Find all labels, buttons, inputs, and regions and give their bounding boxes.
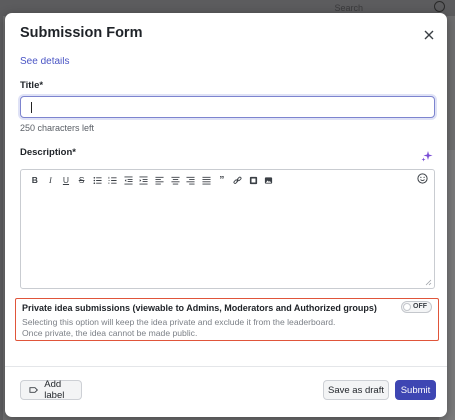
align-center-button[interactable] [167, 173, 183, 187]
image-icon [265, 176, 273, 184]
characters-left: 250 characters left [20, 123, 95, 133]
tag-icon [29, 387, 38, 393]
align-left-button[interactable] [152, 173, 168, 187]
private-description-line1: Selecting this option will keep the idea… [22, 317, 336, 327]
private-submission-section: Private idea submissions (viewable to Ad… [15, 298, 439, 341]
close-icon[interactable] [422, 28, 436, 42]
indent-button[interactable] [136, 173, 152, 187]
outdent-icon [124, 175, 133, 185]
search-icon [434, 1, 445, 12]
video-icon [249, 176, 257, 184]
indent-icon [139, 175, 149, 185]
private-submission-title: Private idea submissions (viewable to Ad… [22, 303, 377, 313]
private-toggle[interactable]: OFF [401, 301, 432, 313]
required-mark: * [39, 80, 44, 91]
save-as-draft-button[interactable]: Save as draft [323, 380, 389, 400]
strikethrough-button[interactable]: S [74, 173, 90, 187]
align-center-icon [171, 176, 180, 185]
align-right-button[interactable] [183, 173, 199, 187]
image-button[interactable] [261, 173, 277, 187]
toggle-state-label: OFF [413, 303, 427, 310]
resize-handle-icon[interactable] [425, 279, 432, 286]
title-input[interactable] [20, 96, 435, 118]
justify-button[interactable] [199, 173, 215, 187]
align-right-icon [186, 176, 195, 185]
bullet-list-icon [93, 176, 102, 184]
video-button[interactable] [245, 173, 261, 187]
align-left-icon [155, 176, 164, 185]
add-label-button[interactable]: Add label [20, 379, 82, 401]
text-caret [31, 102, 32, 113]
link-icon [233, 176, 242, 184]
toggle-knob [403, 303, 411, 311]
emoji-icon[interactable] [417, 173, 428, 184]
quote-button[interactable]: ” [214, 173, 230, 187]
description-label: Description* [20, 147, 76, 158]
required-mark: * [72, 147, 76, 158]
submission-form-modal: Submission Form See details Title* 250 c… [5, 13, 447, 417]
bullet-list-button[interactable] [89, 173, 105, 187]
footer-divider [5, 366, 447, 367]
numbered-list-button[interactable] [105, 173, 121, 187]
title-label-text: Title [20, 80, 40, 91]
title-label: Title* [20, 80, 43, 91]
submit-button[interactable]: Submit [395, 380, 436, 400]
scroll-fade [5, 48, 447, 57]
numbered-list-icon [108, 176, 117, 184]
link-button[interactable] [230, 173, 246, 187]
underline-button[interactable]: U [58, 173, 74, 187]
italic-button[interactable]: I [43, 173, 59, 187]
background-search-label: Search [334, 3, 363, 13]
see-details-link[interactable]: See details [20, 56, 69, 67]
modal-title: Submission Form [20, 25, 143, 41]
justify-icon [202, 176, 211, 185]
editor-toolbar: B I U S ” [27, 173, 277, 187]
private-description-line2: Once private, the idea cannot be made pu… [22, 328, 198, 338]
ai-sparkle-icon[interactable] [421, 150, 433, 162]
outdent-button[interactable] [121, 173, 137, 187]
description-label-text: Description [20, 147, 73, 158]
bold-button[interactable]: B [27, 173, 43, 187]
background-left-strip [0, 16, 3, 420]
description-editor[interactable]: B I U S ” [20, 169, 435, 289]
add-label-text: Add label [44, 379, 65, 401]
